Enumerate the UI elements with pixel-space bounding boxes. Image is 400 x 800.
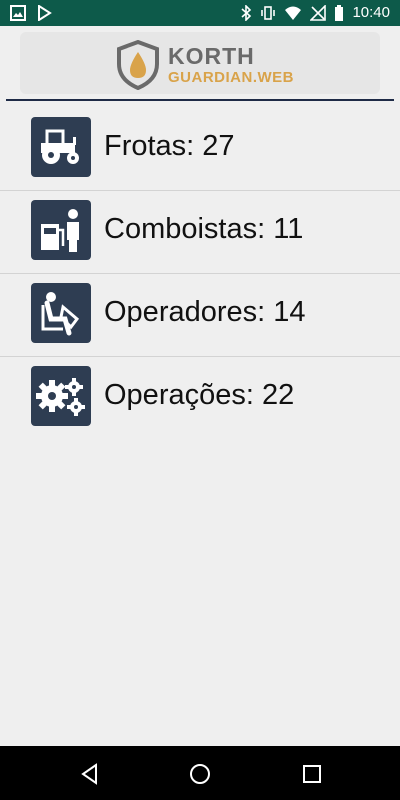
battery-icon — [335, 4, 344, 21]
list-item-operacoes[interactable]: Operações: 22 — [0, 356, 400, 439]
image-icon — [10, 5, 26, 21]
header-divider — [6, 99, 394, 101]
navigation-bar — [0, 746, 400, 800]
logo-subtitle: GUARDIAN.WEB — [168, 69, 294, 86]
logo: KORTH GUARDIAN.WEB — [116, 40, 294, 90]
play-store-icon — [38, 5, 52, 21]
home-icon[interactable] — [188, 762, 212, 786]
list-item-label: Comboistas: 11 — [104, 213, 304, 245]
list-item-label: Operações: 22 — [104, 379, 295, 411]
bluetooth-icon — [241, 4, 252, 21]
status-time: 10:40 — [352, 4, 390, 21]
list-item-operadores[interactable]: Operadores: 14 — [0, 273, 400, 356]
list-item-label: Operadores: 14 — [104, 296, 306, 328]
tractor-icon — [31, 117, 91, 177]
logo-card: KORTH GUARDIAN.WEB — [20, 32, 380, 94]
vibrate-icon — [261, 5, 276, 20]
app-header: KORTH GUARDIAN.WEB — [0, 26, 400, 100]
logo-title: KORTH — [168, 43, 255, 69]
wifi-icon — [285, 6, 302, 20]
no-signal-icon — [310, 4, 327, 21]
shield-drop-icon — [117, 40, 159, 90]
summary-list: Frotas: 27 Comboistas: 11 Operadores: 14 — [0, 108, 400, 439]
fuel-attendant-icon — [31, 200, 91, 260]
gears-icon — [31, 366, 91, 426]
list-item-frotas[interactable]: Frotas: 27 — [0, 108, 400, 190]
back-icon[interactable] — [78, 762, 102, 786]
operator-seat-icon — [31, 283, 91, 343]
list-item-label: Frotas: 27 — [104, 130, 235, 162]
list-item-comboistas[interactable]: Comboistas: 11 — [0, 190, 400, 273]
recents-icon[interactable] — [300, 762, 324, 786]
status-bar: 10:40 — [0, 0, 400, 26]
